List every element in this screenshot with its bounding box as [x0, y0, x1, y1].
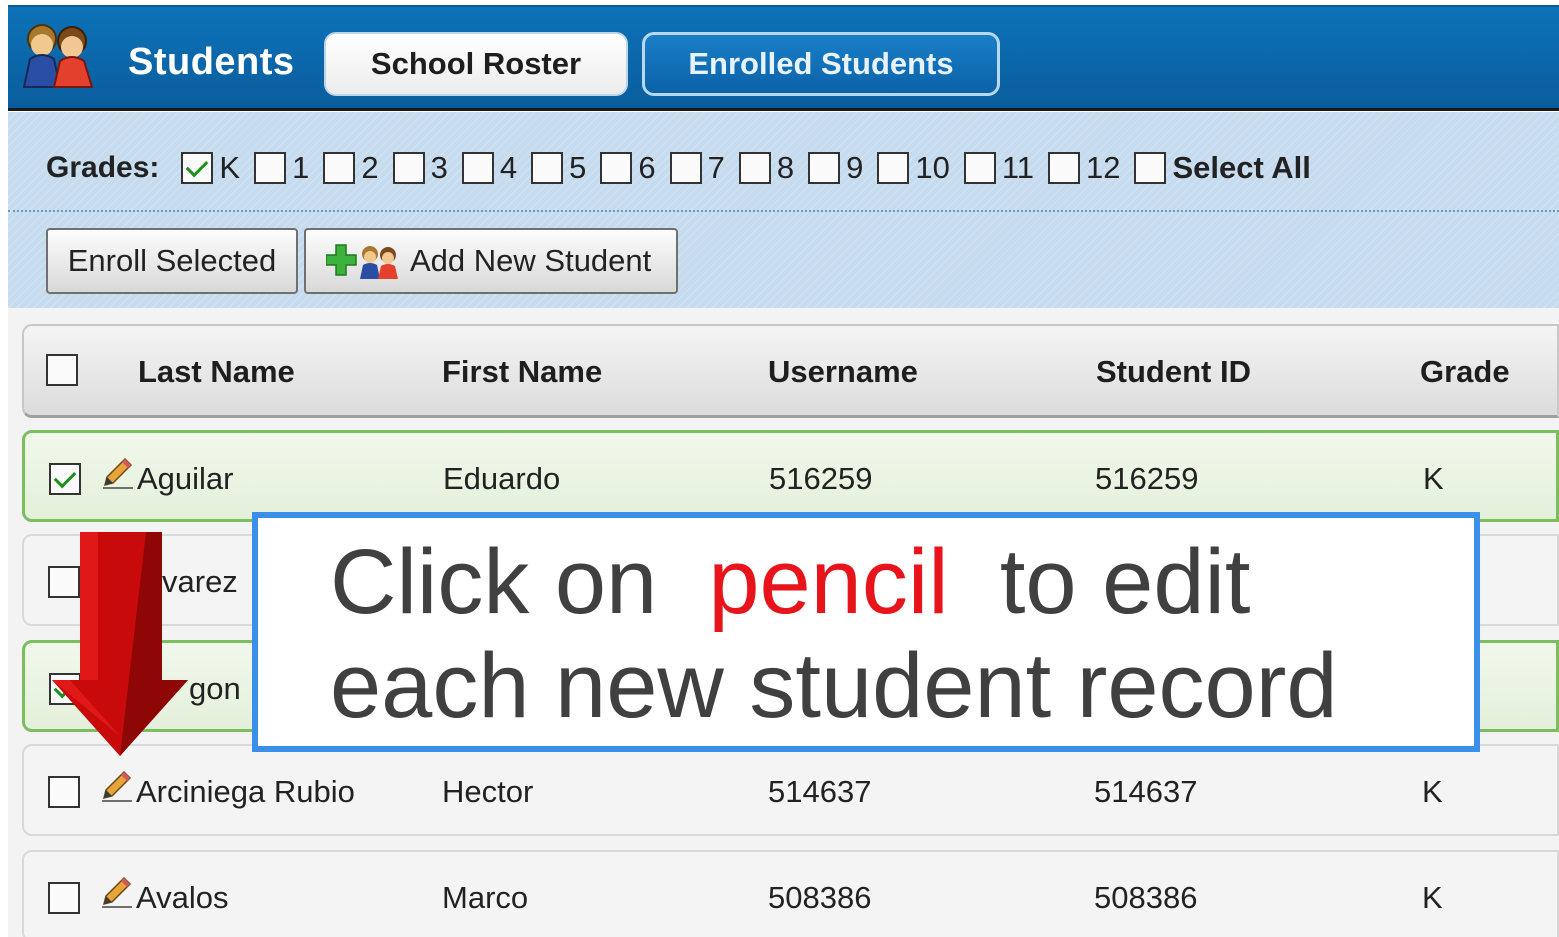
cell-grade: K: [1422, 880, 1443, 915]
callout-highlight: pencil: [708, 531, 949, 633]
callout-text: Click on: [330, 531, 658, 633]
row-checkbox[interactable]: [48, 776, 80, 808]
column-header-first-name[interactable]: First Name: [442, 354, 602, 390]
grade-label: 2: [361, 150, 379, 185]
column-header-student-id[interactable]: Student ID: [1096, 354, 1251, 390]
grade-7-checkbox[interactable]: [669, 152, 702, 184]
grade-option-4[interactable]: 4: [461, 150, 518, 186]
cell-last-name: Avalos: [136, 880, 229, 915]
grade-label: 12: [1086, 150, 1121, 185]
cell-grade: K: [1423, 461, 1444, 496]
grade-option-select-all[interactable]: Select All: [1134, 150, 1311, 186]
grade-label: 10: [915, 150, 950, 185]
callout-line-2: each new student record: [330, 635, 1338, 737]
tab-school-roster[interactable]: School Roster: [324, 32, 628, 96]
divider: [8, 210, 1559, 212]
cell-username: 516259: [769, 461, 873, 496]
cell-last-name: gon: [189, 671, 241, 706]
grade-4-checkbox[interactable]: [461, 152, 494, 184]
select-all-grades-checkbox[interactable]: [1134, 152, 1167, 184]
enroll-selected-button[interactable]: Enroll Selected: [46, 228, 298, 294]
row-checkbox[interactable]: [49, 463, 81, 495]
grade-1-checkbox[interactable]: [254, 152, 287, 184]
cell-last-name: Aguilar: [137, 461, 234, 496]
grade-label: 1: [292, 150, 310, 185]
cell-first-name: Marco: [442, 880, 529, 915]
instruction-callout: Click on pencil to edit each new student…: [252, 512, 1480, 752]
grade-10-checkbox[interactable]: [877, 152, 910, 184]
page-title: Students: [128, 41, 295, 83]
grade-option-k[interactable]: K: [181, 150, 240, 186]
red-arrow-icon: [52, 532, 188, 756]
grade-label: 6: [638, 150, 656, 185]
select-all-label: Select All: [1172, 150, 1311, 185]
grade-11-checkbox[interactable]: [963, 152, 996, 184]
column-header-grade[interactable]: Grade: [1420, 354, 1510, 390]
grade-label: 9: [846, 150, 864, 185]
students-icon: [22, 24, 94, 88]
column-header-username[interactable]: Username: [768, 354, 918, 390]
grade-12-checkbox[interactable]: [1048, 152, 1080, 184]
table-row[interactable]: Aguilar Eduardo 516259 516259 K: [22, 430, 1559, 522]
add-new-student-button[interactable]: Add New Student: [304, 228, 678, 294]
add-student-icon: [326, 244, 398, 279]
grade-label: 5: [569, 150, 587, 185]
page-header: Students School Roster Enrolled Students: [8, 5, 1559, 111]
grade-3-checkbox[interactable]: [392, 152, 425, 184]
grade-option-3[interactable]: 3: [392, 150, 448, 186]
grade-8-checkbox[interactable]: [738, 152, 771, 184]
table-row[interactable]: Arciniega Rubio Hector 514637 514637 K: [22, 744, 1559, 836]
cell-username: 508386: [768, 880, 872, 915]
grade-label: 3: [430, 150, 448, 185]
pencil-icon[interactable]: [99, 455, 135, 491]
grade-option-9[interactable]: 9: [808, 150, 863, 186]
grades-label: Grades:: [46, 151, 160, 184]
pencil-icon[interactable]: [98, 874, 134, 910]
grade-option-1[interactable]: 1: [254, 150, 309, 186]
grade-k-checkbox[interactable]: [181, 152, 214, 184]
callout-text: to edit: [999, 531, 1251, 633]
grade-option-10[interactable]: 10: [877, 150, 950, 186]
cell-last-name: Arciniega Rubio: [136, 774, 355, 809]
cell-student-id: 514637: [1094, 774, 1198, 809]
select-all-rows-checkbox[interactable]: [46, 354, 78, 386]
tab-enrolled-students[interactable]: Enrolled Students: [642, 32, 1000, 96]
grade-option-2[interactable]: 2: [323, 150, 379, 186]
cell-first-name: Eduardo: [443, 461, 561, 496]
grade-label: 4: [499, 150, 518, 185]
row-checkbox[interactable]: [48, 882, 80, 914]
cell-username: 514637: [768, 774, 872, 809]
grade-label: 11: [1001, 150, 1034, 185]
callout-line-1: Click on pencil to edit: [330, 530, 1250, 635]
grade-label: 7: [707, 150, 725, 185]
grade-option-12[interactable]: 12: [1048, 150, 1120, 186]
grade-option-6[interactable]: 6: [600, 150, 656, 186]
cell-student-id: 508386: [1094, 880, 1198, 915]
cell-first-name: Hector: [442, 774, 534, 809]
grade-option-8[interactable]: 8: [738, 150, 795, 186]
add-new-student-label: Add New Student: [410, 243, 652, 278]
grade-filter: Grades: K 1 2 3 4 5 6 7 8 9 10 11 12 Sel…: [46, 146, 1325, 190]
table-header: Last Name First Name Username Student ID…: [22, 324, 1559, 418]
pencil-icon[interactable]: [98, 768, 134, 804]
table-row[interactable]: Avalos Marco 508386 508386 K: [22, 850, 1559, 937]
grade-6-checkbox[interactable]: [600, 152, 633, 184]
grade-option-7[interactable]: 7: [669, 150, 725, 186]
column-header-last-name[interactable]: Last Name: [138, 354, 295, 390]
grade-9-checkbox[interactable]: [808, 152, 841, 184]
cell-grade: K: [1422, 774, 1443, 809]
grade-2-checkbox[interactable]: [323, 152, 356, 184]
grade-label: K: [219, 150, 241, 185]
grade-5-checkbox[interactable]: [531, 152, 564, 184]
grade-option-5[interactable]: 5: [531, 150, 586, 186]
filter-panel: Grades: K 1 2 3 4 5 6 7 8 9 10 11 12 Sel…: [8, 112, 1559, 308]
cell-student-id: 516259: [1095, 461, 1199, 496]
grade-label: 8: [776, 150, 795, 185]
grade-option-11[interactable]: 11: [963, 150, 1034, 186]
